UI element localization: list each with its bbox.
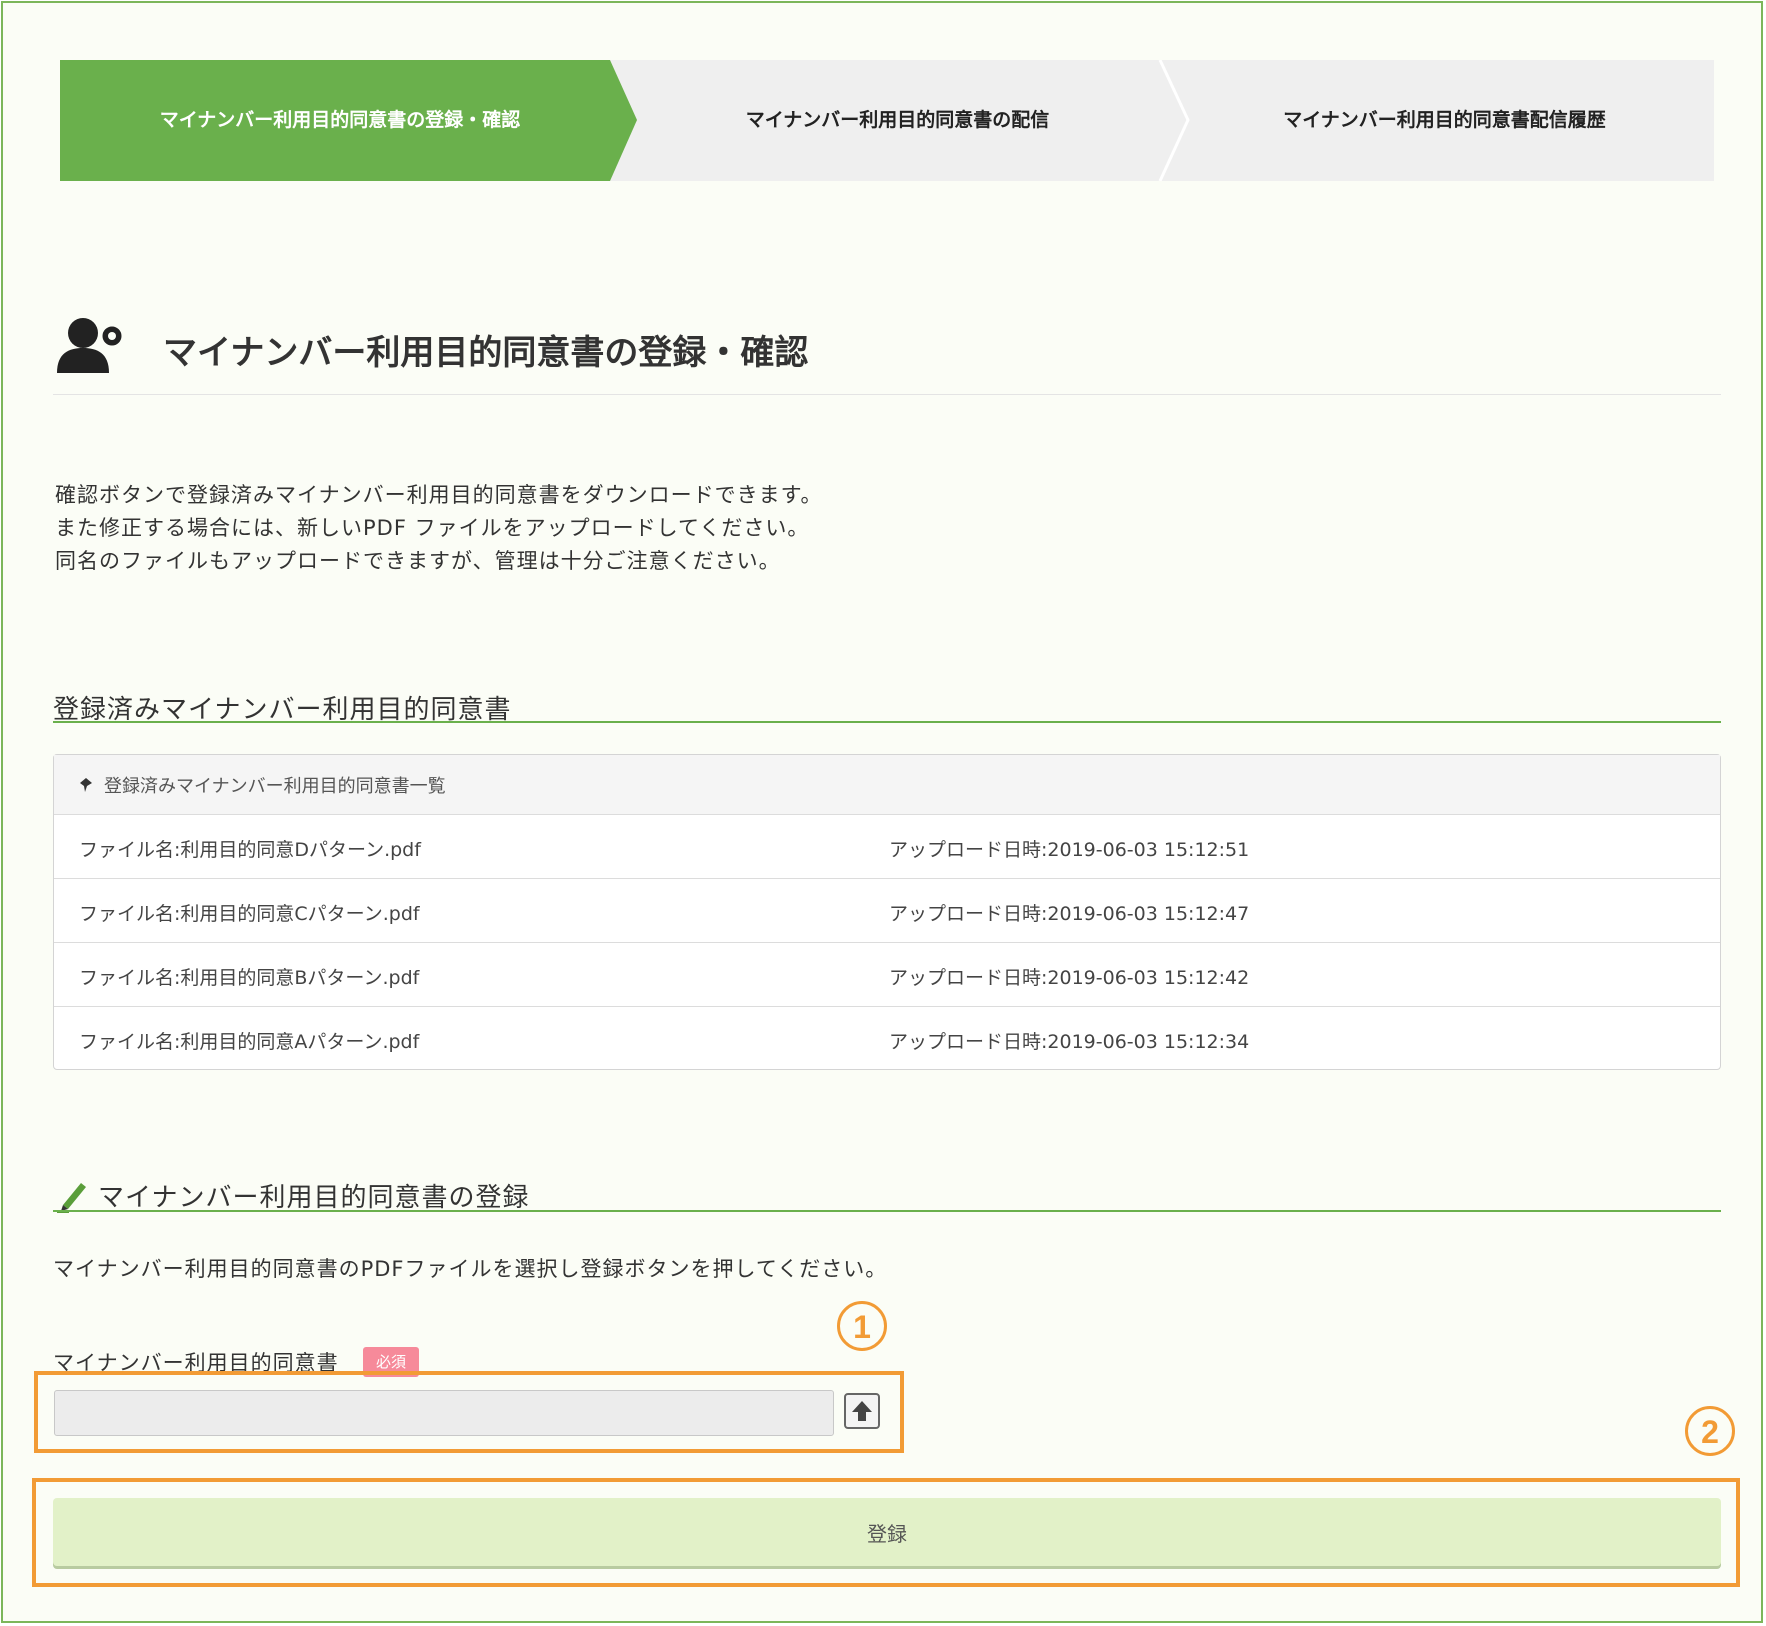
file-row[interactable]: ファイル名:利用目的同意Bパターン.pdf アップロード日時:2019-06-0…: [54, 943, 1720, 1007]
register-instruction: マイナンバー利用目的同意書のPDFファイルを選択し登録ボタンを押してください。: [53, 1257, 888, 1281]
panel-header: 登録済みマイナンバー利用目的同意書一覧: [54, 755, 1720, 815]
step-distribute[interactable]: マイナンバー利用目的同意書の配信: [620, 60, 1175, 181]
upload-datetime: アップロード日時:2019-06-03 15:12:51: [889, 839, 1250, 861]
annotation-marker-2: 2: [1685, 1406, 1735, 1456]
page-frame: マイナンバー利用目的同意書の登録・確認 マイナンバー利用目的同意書の配信 マイナ…: [1, 1, 1763, 1623]
file-name[interactable]: ファイル名:利用目的同意Dパターン.pdf: [79, 835, 421, 862]
pencil-icon: [57, 1183, 86, 1213]
file-row[interactable]: ファイル名:利用目的同意Dパターン.pdf アップロード日時:2019-06-0…: [54, 815, 1720, 879]
step-history[interactable]: マイナンバー利用目的同意書配信履歴: [1175, 60, 1714, 181]
step-register-confirm[interactable]: マイナンバー利用目的同意書の登録・確認: [60, 60, 620, 181]
description-line: 同名のファイルもアップロードできますが、管理は十分ご注意ください。: [55, 549, 781, 573]
pin-icon: [80, 777, 92, 792]
upload-datetime: アップロード日時:2019-06-03 15:12:42: [889, 967, 1250, 989]
section-underline: [53, 721, 1721, 723]
user-add-icon: [57, 318, 125, 373]
file-name[interactable]: ファイル名:利用目的同意Cパターン.pdf: [79, 899, 420, 926]
page-title: マイナンバー利用目的同意書の登録・確認: [163, 333, 809, 373]
panel-title: 登録済みマイナンバー利用目的同意書一覧: [104, 775, 446, 797]
highlight-box-1: [34, 1371, 904, 1453]
file-name[interactable]: ファイル名:利用目的同意Bパターン.pdf: [79, 963, 419, 990]
annotation-marker-1: 1: [837, 1301, 887, 1351]
description-line: また修正する場合には、新しいPDF ファイルをアップロードしてください。: [55, 516, 810, 540]
upload-datetime: アップロード日時:2019-06-03 15:12:47: [889, 903, 1250, 925]
file-row[interactable]: ファイル名:利用目的同意Cパターン.pdf アップロード日時:2019-06-0…: [54, 879, 1720, 943]
upload-datetime: アップロード日時:2019-06-03 15:12:34: [889, 1031, 1250, 1053]
file-row[interactable]: ファイル名:利用目的同意Aパターン.pdf アップロード日時:2019-06-0…: [54, 1007, 1720, 1070]
register-section-title: マイナンバー利用目的同意書の登録: [98, 1183, 530, 1213]
section-underline: [53, 1210, 1721, 1212]
highlight-box-2: [32, 1478, 1740, 1587]
step-progress-bar: マイナンバー利用目的同意書の登録・確認 マイナンバー利用目的同意書の配信 マイナ…: [60, 60, 1714, 181]
description-line: 確認ボタンで登録済みマイナンバー利用目的同意書をダウンロードできます。: [55, 483, 823, 507]
file-name[interactable]: ファイル名:利用目的同意Aパターン.pdf: [79, 1027, 419, 1054]
divider: [53, 394, 1721, 395]
registered-files-panel: 登録済みマイナンバー利用目的同意書一覧 ファイル名:利用目的同意Dパターン.pd…: [53, 754, 1721, 1070]
